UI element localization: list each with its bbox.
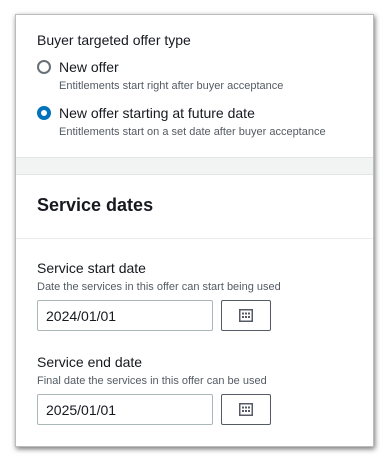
service-dates-header: Service dates	[16, 175, 373, 239]
offer-form-window: Buyer targeted offer type New offer Enti…	[15, 14, 374, 447]
radio-new-offer-title: New offer	[59, 59, 119, 75]
service-end-calendar-button[interactable]	[221, 394, 271, 425]
service-end-date-description: Final date the services in this offer ca…	[37, 375, 267, 387]
radio-option-new-offer[interactable]: New offer Entitlements start right after…	[37, 58, 283, 94]
calendar-icon	[239, 309, 253, 322]
service-start-date-field: Service start date Date the services in …	[37, 259, 281, 331]
radio-new-offer-description: Entitlements start right after buyer acc…	[59, 80, 284, 92]
service-start-date-description: Date the services in this offer can star…	[37, 281, 281, 293]
service-end-date-field: Service end date Final date the services…	[37, 353, 271, 425]
radio-future-date-description: Entitlements start on a set date after b…	[59, 126, 326, 138]
radio-option-future-date[interactable]: New offer starting at future date Entitl…	[37, 104, 326, 140]
radio-new-offer[interactable]	[37, 60, 51, 74]
service-dates-title: Service dates	[37, 195, 154, 215]
radio-future-date[interactable]	[37, 106, 51, 120]
radio-future-date-title: New offer starting at future date	[59, 105, 255, 121]
service-start-date-input[interactable]	[37, 300, 213, 331]
offer-type-label: Buyer targeted offer type	[37, 32, 191, 48]
service-start-date-label: Service start date	[37, 260, 146, 276]
service-end-date-label: Service end date	[37, 354, 143, 370]
calendar-icon	[239, 403, 253, 416]
service-dates-panel: Service dates Service start date Date th…	[16, 174, 373, 446]
offer-type-panel: Buyer targeted offer type New offer Enti…	[16, 15, 373, 158]
service-start-calendar-button[interactable]	[221, 300, 271, 331]
service-end-date-input[interactable]	[37, 394, 213, 425]
